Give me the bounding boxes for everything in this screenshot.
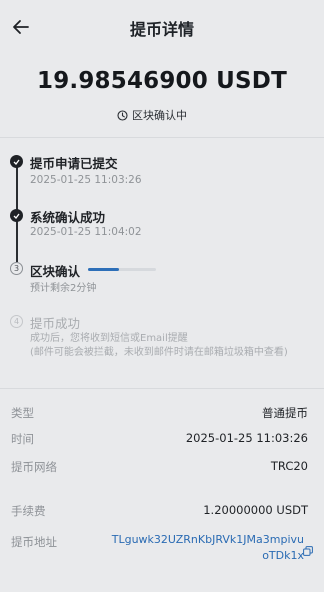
- divider: [0, 137, 324, 138]
- step-note-line: 成功后，您将收到短信或Email提醒: [30, 333, 188, 344]
- step-complete-icon: [10, 209, 23, 222]
- network-label: 提币网络: [11, 460, 57, 474]
- step-title: 区块确认: [30, 264, 81, 279]
- time-label: 时间: [11, 432, 34, 446]
- network-value: TRC20: [270, 459, 308, 473]
- status-text: 区块确认中: [132, 109, 187, 122]
- withdrawal-address[interactable]: TLguwk32UZRnKbJRVk1JMa3mpivuoTDk1x: [108, 532, 304, 564]
- timeline-connector: [16, 166, 18, 212]
- withdrawal-amount: 19.98546900 USDT: [36, 68, 287, 94]
- progress-fill: [88, 268, 119, 271]
- step-note: 成功后，您将收到短信或Email提醒 (邮件可能会被拦截，未收到邮件时请在邮箱垃…: [30, 332, 316, 360]
- step-number-icon: 4: [10, 315, 23, 328]
- step-note-line: (邮件可能会被拦截，未收到邮件时请在邮箱垃圾箱中查看): [30, 347, 288, 358]
- step-complete-icon: [10, 155, 23, 168]
- time-value: 2025-01-25 11:03:26: [185, 431, 308, 445]
- type-value: 普通提币: [262, 406, 308, 420]
- address-label: 提币地址: [11, 535, 57, 549]
- fee-label: 手续费: [11, 504, 46, 518]
- page-title: 提币详情: [129, 20, 194, 39]
- step-subtitle: 预计剩余2分钟: [30, 283, 97, 294]
- confirmation-progress-bar: [88, 268, 156, 271]
- step-title: 提币申请已提交: [30, 156, 118, 171]
- header: 提币详情: [0, 0, 324, 54]
- timeline-connector: [16, 220, 18, 262]
- step-time: 2025-01-25 11:04:02: [30, 226, 142, 238]
- divider: [0, 388, 324, 389]
- step-title: 提币成功: [30, 316, 81, 331]
- copy-icon[interactable]: [303, 546, 313, 556]
- withdrawal-detail-screen: 提币详情 19.98546900 USDT 区块确认中 提币申请已提交 2025…: [0, 0, 324, 592]
- step-time: 2025-01-25 11:03:26: [30, 174, 142, 186]
- clock-icon: [117, 109, 128, 121]
- type-label: 类型: [11, 406, 34, 420]
- fee-value: 1.20000000 USDT: [203, 503, 308, 517]
- step-title: 系统确认成功: [30, 210, 106, 225]
- status-badge: 区块确认中: [117, 106, 187, 124]
- step-number-icon: 3: [10, 262, 23, 275]
